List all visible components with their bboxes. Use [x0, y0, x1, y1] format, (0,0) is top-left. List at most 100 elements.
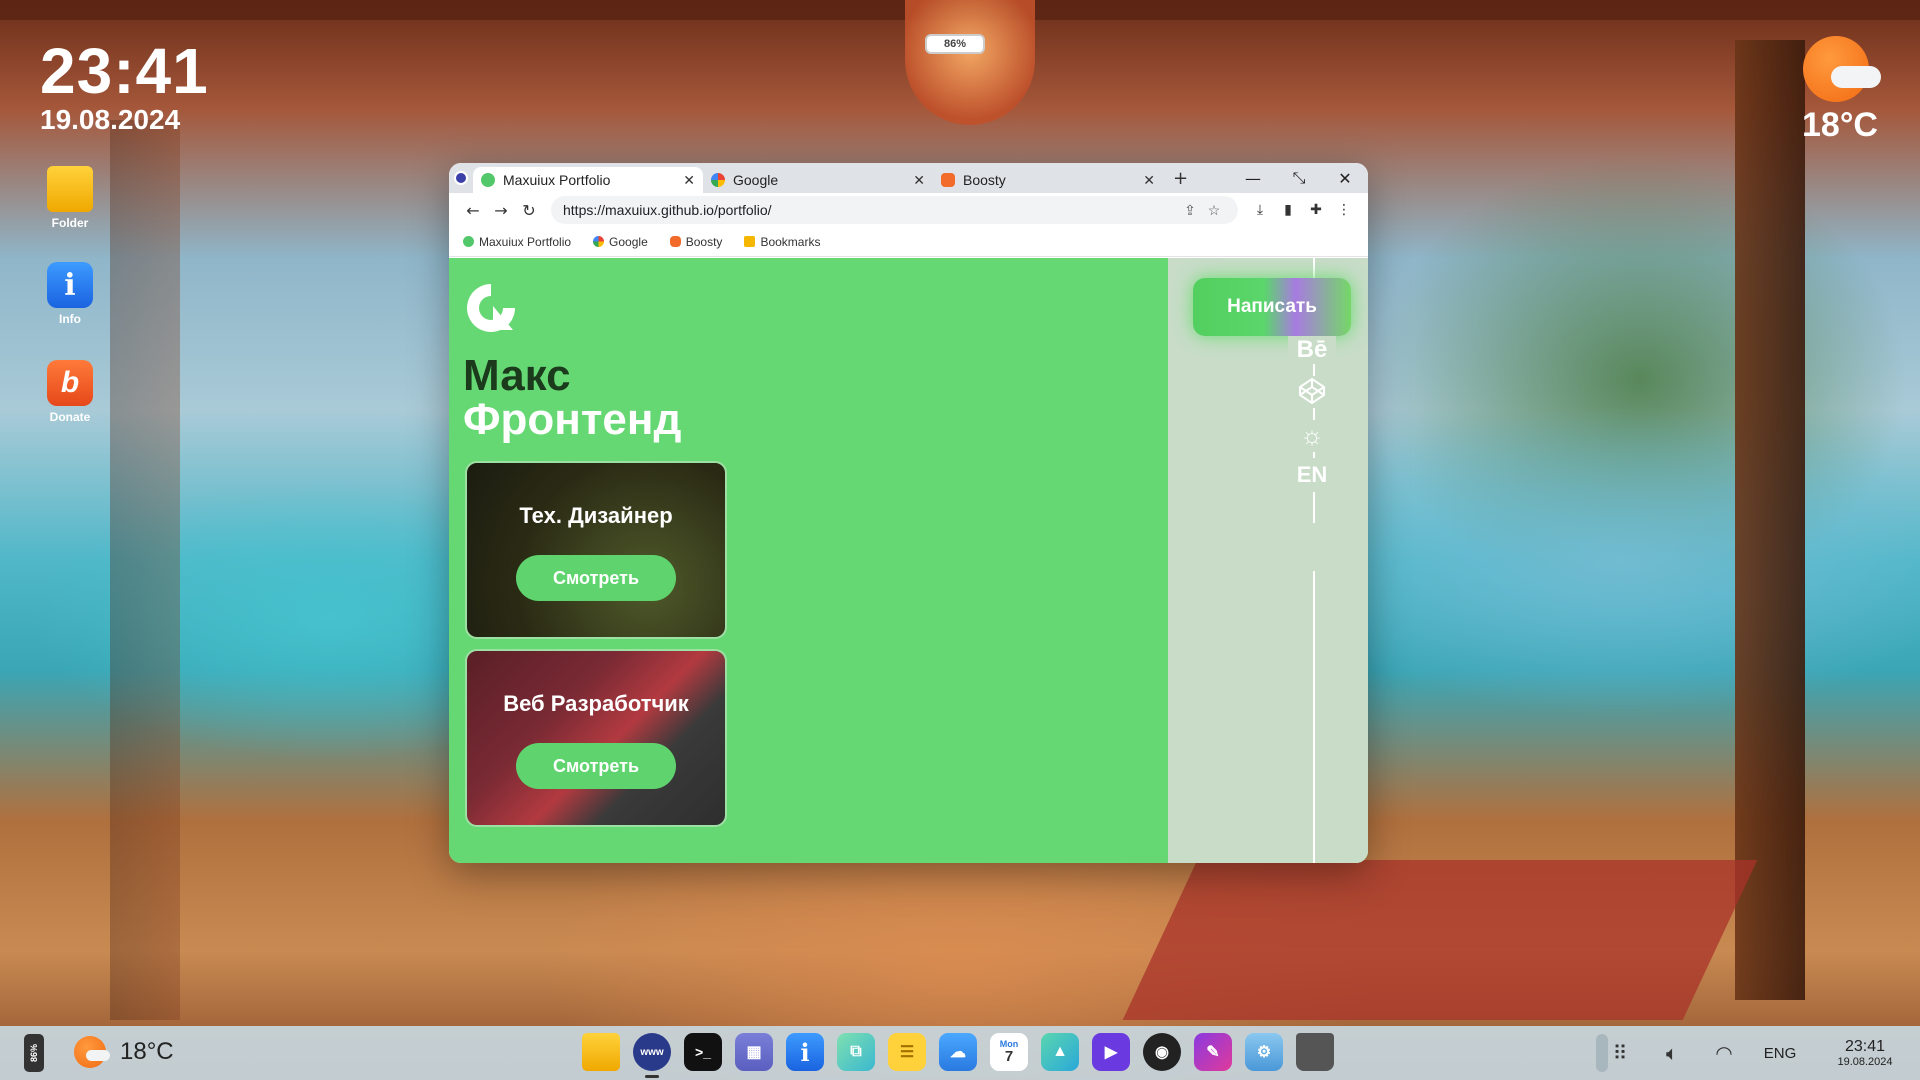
bookmark-folder[interactable]: Bookmarks: [744, 235, 820, 249]
extensions-icon[interactable]: ✚: [1302, 202, 1330, 218]
desktop-icon-folder[interactable]: Folder: [44, 166, 96, 230]
desktop-icon-label: Donate: [49, 410, 91, 424]
bookmark-label: Google: [609, 234, 648, 249]
taskbar-clock[interactable]: 23:41 19.08.2024: [1810, 1038, 1920, 1068]
battery-indicator: 86%: [925, 34, 985, 54]
tab-search-button[interactable]: [449, 163, 473, 193]
hero-role: Фронтенд: [463, 395, 682, 444]
keyboard-language[interactable]: ENG: [1750, 1045, 1810, 1062]
close-tab-icon[interactable]: ✕: [913, 172, 925, 189]
taskbar-battery[interactable]: 86%: [24, 1034, 44, 1072]
desktop-icon-info[interactable]: i Info: [44, 262, 96, 326]
address-bar[interactable]: https://maxuiux.github.io/portfolio/ ⇪ ☆: [551, 196, 1238, 224]
restore-icon[interactable]: ⤡: [1276, 168, 1322, 188]
google-favicon-icon: [593, 236, 605, 247]
code-app-icon[interactable]: ⧉: [837, 1033, 875, 1071]
close-window-icon[interactable]: ✕: [1322, 169, 1368, 188]
bookmark-star-icon[interactable]: ☆: [1202, 202, 1226, 219]
desktop-icon-label: Info: [59, 312, 81, 326]
tab-title: Google: [733, 172, 779, 188]
trash-app-icon[interactable]: [1296, 1033, 1334, 1071]
view-button[interactable]: Смотреть: [516, 743, 676, 789]
info-app-icon[interactable]: i: [786, 1033, 824, 1071]
bookmark-maxuiux[interactable]: Maxuiux Portfolio: [463, 235, 571, 249]
settings-app-icon[interactable]: ⚙: [1245, 1033, 1283, 1071]
desktop-time: 23:41: [40, 35, 209, 107]
desktop-clock: 23:41 19.08.2024: [40, 38, 209, 136]
folder-icon: [47, 166, 93, 212]
maxuiux-logo-icon[interactable]: [463, 280, 519, 336]
view-button[interactable]: Смотреть: [516, 555, 676, 601]
dock: www >_ ▦ i ⧉ ☰ ☁ Mon 7 ▲ ▶ ◉ ✎ ⚙: [582, 1033, 1347, 1078]
theme-sun-icon[interactable]: ☼: [1288, 420, 1336, 452]
tab-title: Boosty: [963, 172, 1006, 188]
minimize-icon[interactable]: —: [1230, 169, 1276, 188]
tab-strip: Maxuiux Portfolio ✕ Google ✕ Boosty ✕ + …: [449, 163, 1368, 193]
window-controls: — ⤡ ✕: [1230, 163, 1368, 193]
app-grid-icon[interactable]: ⠿: [1594, 1041, 1646, 1065]
close-tab-icon[interactable]: ✕: [683, 172, 695, 189]
tab-menu-icon: [454, 171, 468, 185]
more-menu-icon[interactable]: ⋮: [1330, 202, 1358, 218]
card-tech-designer[interactable]: Тех. Дизайнер Смотреть: [465, 461, 727, 639]
behance-icon[interactable]: Bē: [1288, 336, 1336, 364]
calendar-app-icon[interactable]: Mon 7: [990, 1033, 1028, 1071]
bookmark-icon[interactable]: ▮: [1274, 202, 1302, 218]
tab-maxuiux-portfolio[interactable]: Maxuiux Portfolio ✕: [473, 167, 703, 193]
forward-arrow-icon[interactable]: →: [487, 201, 515, 220]
calendar-date: 7: [1004, 1048, 1014, 1065]
download-icon[interactable]: ⤓: [1246, 202, 1274, 218]
language-switch[interactable]: EN: [1288, 458, 1336, 492]
video-app-icon[interactable]: ▶: [1092, 1033, 1130, 1071]
desktop-date: 19.08.2024: [40, 104, 181, 135]
url-text[interactable]: https://maxuiux.github.io/portfolio/: [563, 202, 1178, 218]
codepen-icon[interactable]: [1288, 376, 1336, 408]
new-tab-button[interactable]: +: [1163, 163, 1198, 193]
card-web-developer[interactable]: Веб Разработчик Смотреть: [465, 649, 727, 827]
reload-icon[interactable]: ↻: [515, 201, 543, 220]
calculator-app-icon[interactable]: ▦: [735, 1033, 773, 1071]
system-tray: ⠿ 🔈︎ ◠ ENG 23:41 19.08.2024: [1594, 1026, 1920, 1080]
bookmarks-bar: Maxuiux Portfolio Google Boosty Bookmark…: [449, 227, 1368, 257]
paint-app-icon[interactable]: ✎: [1194, 1033, 1232, 1071]
taskbar-date: 19.08.2024: [1837, 1056, 1893, 1068]
battery-label: 86%: [28, 1043, 39, 1063]
files-app-icon[interactable]: [582, 1033, 620, 1071]
browser-app-icon[interactable]: www: [633, 1033, 671, 1078]
weather-temperature: 18°C: [1802, 106, 1878, 144]
hero-name: Макс: [463, 351, 571, 400]
desktop-icon-label: Folder: [51, 216, 89, 230]
close-tab-icon[interactable]: ✕: [1143, 172, 1155, 189]
boosty-icon: b: [47, 360, 93, 406]
weather-widget[interactable]: 18°C: [1790, 36, 1890, 145]
taskbar-temperature: 18°C: [120, 1038, 174, 1065]
volume-icon[interactable]: 🔈︎: [1646, 1041, 1698, 1065]
photos-app-icon[interactable]: ▲: [1041, 1033, 1079, 1071]
browser-toolbar: ← → ↻ https://maxuiux.github.io/portfoli…: [449, 193, 1368, 227]
taskbar: 86% 18°C www >_ ▦ i ⧉ ☰ ☁ Mon 7 ▲ ▶ ◉ ✎ …: [0, 1026, 1920, 1080]
boosty-favicon-icon: [669, 236, 681, 247]
share-icon[interactable]: ⇪: [1178, 202, 1202, 219]
tab-google[interactable]: Google ✕: [703, 167, 933, 193]
wifi-icon[interactable]: ◠: [1698, 1041, 1750, 1065]
card-title: Веб Разработчик: [503, 691, 689, 716]
card-title: Тех. Дизайнер: [519, 503, 673, 528]
info-icon: i: [47, 262, 93, 308]
taskbar-weather[interactable]: 18°C: [74, 1036, 174, 1068]
bookmark-label: Bookmarks: [760, 234, 821, 249]
weather-app-icon[interactable]: ☁: [939, 1033, 977, 1071]
notes-app-icon[interactable]: ☰: [888, 1033, 926, 1071]
terminal-app-icon[interactable]: >_: [684, 1033, 722, 1071]
camera-app-icon[interactable]: ◉: [1143, 1033, 1181, 1071]
back-arrow-icon[interactable]: ←: [459, 201, 487, 220]
bookmark-google[interactable]: Google: [593, 235, 648, 249]
desktop-icon-donate[interactable]: b Donate: [44, 360, 96, 424]
hanging-lamp: [905, 0, 1035, 125]
wooden-pillar-right: [1735, 40, 1805, 1000]
maxuiux-favicon-icon: [481, 173, 495, 187]
red-rug: [1122, 860, 1758, 1020]
tab-boosty[interactable]: Boosty ✕: [933, 167, 1163, 193]
write-button[interactable]: Написать: [1193, 278, 1351, 336]
bookmark-boosty[interactable]: Boosty: [669, 235, 722, 249]
portfolio-page: Макс Фронтенд Тех. Дизайнер Смотреть Веб…: [449, 258, 1368, 863]
